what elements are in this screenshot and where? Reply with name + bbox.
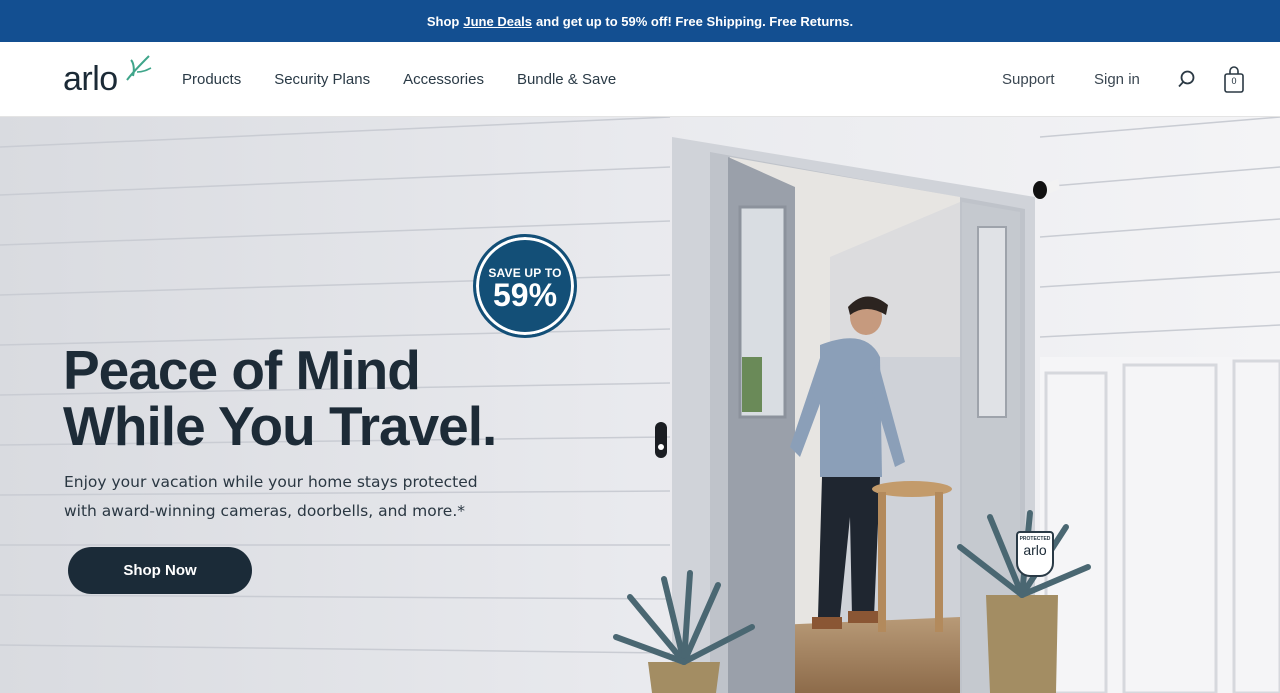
cart-count: 0 (1231, 76, 1237, 86)
cart-icon[interactable]: 0 (1223, 66, 1245, 94)
nav-security-plans[interactable]: Security Plans (274, 71, 370, 88)
main-nav: Products Security Plans Accessories Bund… (182, 42, 649, 117)
badge-value: 59% (492, 277, 558, 313)
support-link[interactable]: Support (1002, 71, 1055, 88)
hero-headline: Peace of Mind While You Travel. (63, 342, 543, 454)
hero-section: PROTECTED arlo SAVE UP TO 59% Peace of M… (0, 117, 1280, 693)
yard-sign-brand: arlo (1023, 542, 1047, 558)
hero-subtext: Enjoy your vacation while your home stay… (64, 473, 478, 520)
june-deals-link[interactable]: June Deals (463, 14, 532, 29)
site-header: arlo Products Security Plans Accessories… (0, 42, 1280, 117)
arlo-yard-sign: PROTECTED arlo (1016, 531, 1054, 577)
nav-products[interactable]: Products (182, 71, 241, 88)
promo-prefix: Shop (426, 13, 460, 29)
headline-line-1: Peace of Mind (63, 339, 421, 401)
logo-text: arlo (63, 60, 118, 98)
arlo-logo[interactable]: arlo (63, 54, 153, 98)
promo-banner: Shop June Deals and get up to 59% off! F… (0, 0, 1280, 42)
bird-logo-icon (126, 55, 152, 81)
sign-in-link[interactable]: Sign in (1094, 71, 1140, 88)
promo-suffix: and get up to 59% off! Free Shipping. Fr… (536, 13, 854, 29)
headline-line-2: While You Travel. (63, 395, 497, 457)
shop-now-button[interactable]: Shop Now (68, 547, 252, 594)
nav-accessories[interactable]: Accessories (403, 71, 484, 88)
search-icon[interactable] (1177, 69, 1197, 89)
nav-bundle-save[interactable]: Bundle & Save (517, 71, 616, 88)
discount-badge: SAVE UP TO 59% (473, 234, 577, 338)
